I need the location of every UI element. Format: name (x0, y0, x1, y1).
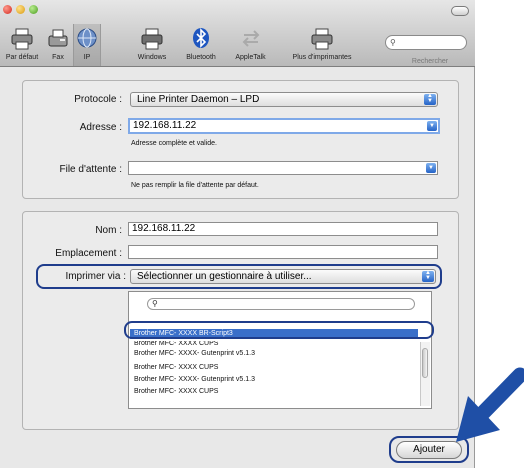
address-label: Adresse : (79, 122, 122, 133)
toolbar-label-windows: Windows (137, 54, 167, 61)
add-button-highlight (389, 436, 469, 463)
bluetooth-icon (193, 28, 209, 48)
address-field[interactable]: 192.168.11.22 ▼ (128, 118, 440, 134)
name-value: 192.168.11.22 (132, 223, 196, 234)
toolbar-label-appletalk: AppleTalk (235, 54, 266, 61)
search-icon: ⚲ (152, 299, 158, 308)
driver-item-cups[interactable]: Brother MFC- XXXX CUPS (130, 387, 418, 397)
location-label: Emplacement : (55, 248, 122, 259)
driver-list[interactable]: ⚲ Brother MFC- XXXX BR-Script3 Brother M… (128, 291, 432, 409)
printer-icon (141, 28, 163, 50)
chevron-down-icon[interactable]: ▼ (427, 121, 437, 131)
toolbar-label-fax: Fax (52, 54, 64, 61)
scrollbar-thumb[interactable] (422, 348, 428, 378)
queue-field[interactable]: ▼ (128, 161, 438, 175)
fax-icon (48, 29, 68, 47)
printer-icon (311, 28, 333, 50)
driver-highlight (124, 321, 434, 339)
toolbar-item-bluetooth[interactable]: Bluetooth (180, 24, 222, 66)
toolbar-label-more-printers: Plus d'imprimantes (292, 54, 352, 61)
chevron-down-icon[interactable]: ▼ (426, 163, 436, 173)
toolbar-label-bluetooth: Bluetooth (186, 54, 216, 61)
driver-item-gutenprint[interactable]: Brother MFC- XXXX- Gutenprint v5.1.3 (130, 349, 418, 359)
zoom-window-button[interactable] (29, 5, 38, 14)
name-field[interactable]: 192.168.11.22 (128, 222, 438, 236)
queue-hint: Ne pas remplir la file d'attente par déf… (131, 182, 259, 189)
toolbar-item-default[interactable]: Par défaut (2, 24, 42, 66)
driver-item-cups[interactable]: Brother MFC- XXXX CUPS (130, 363, 418, 373)
toolbar-toggle-button[interactable] (451, 6, 469, 16)
toolbar-label-ip: IP (83, 54, 91, 61)
toolbar-item-ip[interactable]: IP (73, 24, 101, 66)
driver-item-gutenprint[interactable]: Brother MFC- XXXX- Gutenprint v5.1.3 (130, 375, 418, 385)
toolbar-item-fax[interactable]: Fax (44, 24, 72, 66)
queue-label: File d'attente : (59, 164, 123, 175)
name-label: Nom : (95, 225, 122, 236)
printer-icon (11, 28, 33, 50)
location-field[interactable] (128, 245, 438, 259)
protocol-value: Line Printer Daemon – LPD (137, 94, 260, 105)
chevron-updown-icon: ▲ ▼ (424, 93, 436, 105)
driver-item-cups[interactable]: Brother MFC- XXXX CUPS (130, 341, 418, 347)
address-hint: Adresse complète et valide. (131, 140, 217, 147)
protocol-label: Protocole : (74, 94, 122, 105)
search-label: Rechercher (411, 58, 449, 65)
minimize-window-button[interactable] (16, 5, 25, 14)
globe-icon (77, 28, 97, 48)
print-via-highlight (36, 264, 442, 289)
protocol-popup[interactable]: Line Printer Daemon – LPD ▲ ▼ (130, 92, 438, 107)
search-icon: ⚲ (390, 38, 396, 47)
toolbar-item-appletalk[interactable]: AppleTalk (228, 24, 273, 66)
close-window-button[interactable] (3, 5, 12, 14)
address-value: 192.168.11.22 (133, 120, 197, 131)
toolbar-item-windows[interactable]: Windows (132, 24, 172, 66)
title-toolbar: Par défaut Fax IP Windows Bluetooth Appl… (0, 0, 475, 67)
toolbar-label-default: Par défaut (5, 54, 39, 61)
toolbar-item-more-printers[interactable]: Plus d'imprimantes (277, 24, 367, 66)
add-printer-window: Par défaut Fax IP Windows Bluetooth Appl… (0, 0, 475, 468)
appletalk-icon (242, 30, 259, 47)
driver-list-scrollbar[interactable] (420, 342, 430, 406)
driver-search-field[interactable]: ⚲ (147, 298, 415, 310)
search-field[interactable]: ⚲ (385, 35, 467, 50)
